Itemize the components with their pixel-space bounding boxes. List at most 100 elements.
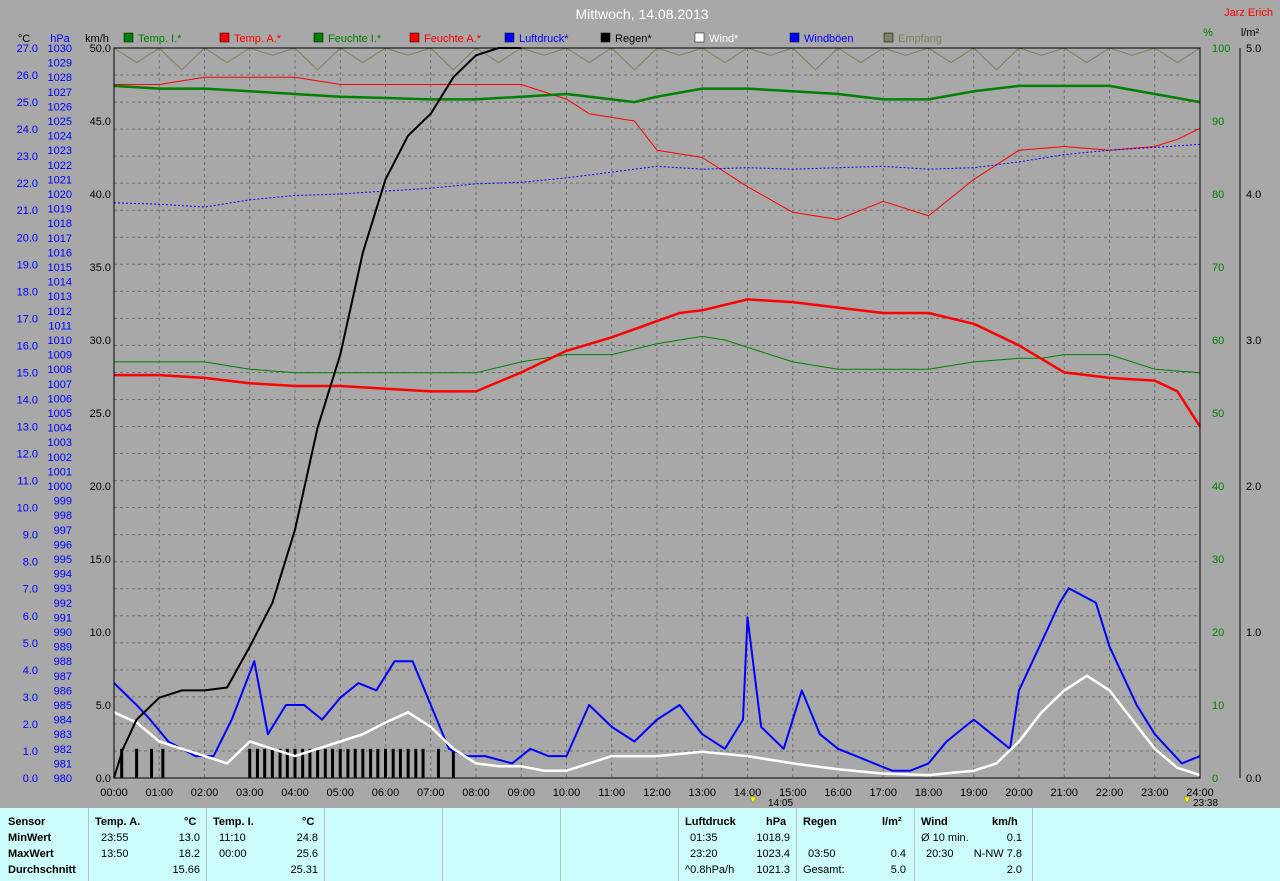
wind-avg10-label: Ø 10 min. <box>921 832 969 844</box>
temp-tick-label: 25.0 <box>17 97 38 109</box>
chart-title: Mittwoch, 14.08.2013 <box>575 6 708 22</box>
temp-a-min-val: 13.0 <box>178 832 200 844</box>
humidity-tick-label: 90 <box>1212 116 1224 128</box>
pressure-max-time: 23:20 <box>690 848 718 860</box>
pressure-tick-label: 1007 <box>48 379 72 391</box>
pressure-min-time: 01:35 <box>690 832 718 844</box>
pressure-max-val: 1023.4 <box>756 848 790 860</box>
temp-tick-label: 10.0 <box>17 503 38 515</box>
temp-tick-label: 15.0 <box>17 367 38 379</box>
humidity-tick-label: 20 <box>1212 627 1224 639</box>
pressure-tick-label: 1028 <box>48 72 72 84</box>
pressure-tick-label: 996 <box>54 539 72 551</box>
pressure-tick-label: 982 <box>54 744 72 756</box>
temp-i-min-val: 24.8 <box>296 832 318 844</box>
rain-total: 5.0 <box>890 864 906 876</box>
marker-right-icon <box>1183 796 1191 804</box>
legend: Temp. I.* Temp. A.* Feuchte I.* Feuchte A.*… <box>123 32 942 45</box>
pressure-tick-label: 995 <box>54 554 72 566</box>
temp-tick-label: 19.0 <box>17 259 38 271</box>
temp-tick-label: 16.0 <box>17 340 38 352</box>
temp-tick-label: 5.0 <box>23 638 38 650</box>
wind-tick-label: 5.0 <box>96 700 111 712</box>
pressure-tick-label: 1024 <box>48 131 72 143</box>
pressure-tick-label: 985 <box>54 700 72 712</box>
humidity-tick-label: 50 <box>1212 408 1224 420</box>
x-tick-label: 14:00 <box>734 787 762 799</box>
x-tick-label: 13:00 <box>688 787 716 799</box>
pressure-tick-label: 1017 <box>48 233 72 245</box>
legend-label: Feuchte I.* <box>328 33 382 45</box>
legend-swatch <box>313 32 324 43</box>
humidity-tick-label: 80 <box>1212 189 1224 201</box>
temp-i-max-val: 25.6 <box>296 848 318 860</box>
temp-tick-label: 23.0 <box>17 151 38 163</box>
x-tick-label: 07:00 <box>417 787 445 799</box>
wind-tick-label: 40.0 <box>90 189 111 201</box>
pressure-trend: ^0.8hPa/h <box>685 864 735 876</box>
pressure-tick-label: 1005 <box>48 408 72 420</box>
legend-swatch <box>883 32 894 43</box>
pressure-tick-label: 1014 <box>48 277 72 289</box>
x-tick-label: 12:00 <box>643 787 671 799</box>
wind-tick-label: 25.0 <box>90 408 111 420</box>
pressure-tick-label: 998 <box>54 510 72 522</box>
pressure-tick-label: 1001 <box>48 466 72 478</box>
wind-tick-label: 10.0 <box>90 627 111 639</box>
unit-pressure: hPa <box>50 33 70 45</box>
temp-tick-label: 21.0 <box>17 205 38 217</box>
unit-wind: km/h <box>85 33 109 45</box>
pressure-tick-label: 989 <box>54 642 72 654</box>
legend-label: Luftdruck* <box>519 33 569 45</box>
pressure-tick-label: 992 <box>54 598 72 610</box>
author-label: Jarz Erich <box>1224 7 1273 19</box>
legend-swatch <box>504 32 515 43</box>
x-tick-label: 08:00 <box>462 787 490 799</box>
row-label-min: MinWert <box>8 832 52 844</box>
legend-swatch <box>123 32 134 43</box>
x-tick-label: 05:00 <box>326 787 354 799</box>
pressure-tick-label: 1021 <box>48 174 72 186</box>
temp-tick-label: 0.0 <box>23 773 38 785</box>
wind-avg10-val: 0.1 <box>1006 832 1022 844</box>
temp-a-max-val: 18.2 <box>178 848 200 860</box>
temp-a-avg: 15.66 <box>172 864 200 876</box>
pressure-tick-label: 1013 <box>48 291 72 303</box>
x-tick-label: 03:00 <box>236 787 264 799</box>
wind-avg: 2.0 <box>1006 864 1022 876</box>
pressure-tick-label: 1026 <box>48 101 72 113</box>
rain-total-label: Gesamt: <box>803 864 845 876</box>
pressure-tick-label: 1016 <box>48 247 72 259</box>
humidity-tick-label: 40 <box>1212 481 1224 493</box>
pressure-tick-label: 1002 <box>48 452 72 464</box>
pressure-tick-label: 1000 <box>48 481 72 493</box>
pressure-avg: 1021.3 <box>756 864 790 876</box>
unit-rain: l/m² <box>1241 27 1260 39</box>
wind-tick-label: 30.0 <box>90 335 111 347</box>
pressure-tick-label: 1015 <box>48 262 72 274</box>
pressure-unit: hPa <box>766 816 787 828</box>
row-label-avg: Durchschnitt <box>8 864 76 876</box>
x-tick-label: 16:00 <box>824 787 852 799</box>
rain-tick-label: 2.0 <box>1246 481 1261 493</box>
legend-swatch <box>694 32 705 43</box>
temp-tick-label: 6.0 <box>23 611 38 623</box>
legend-label: Windböen <box>804 33 854 45</box>
x-tick-label: 00:00 <box>100 787 128 799</box>
temp-a-unit: °C <box>184 816 197 828</box>
legend-swatch <box>219 32 230 43</box>
pressure-tick-label: 1009 <box>48 350 72 362</box>
pressure-tick-label: 1029 <box>48 58 72 70</box>
pressure-tick-label: 1027 <box>48 87 72 99</box>
pressure-tick-label: 1011 <box>48 320 72 332</box>
pressure-tick-label: 993 <box>54 583 72 595</box>
x-tick-label: 09:00 <box>507 787 535 799</box>
pressure-tick-label: 988 <box>54 656 72 668</box>
legend-swatch <box>409 32 420 43</box>
humidity-tick-label: 30 <box>1212 554 1224 566</box>
pressure-tick-label: 997 <box>54 525 72 537</box>
legend-label: Wind* <box>709 33 739 45</box>
temp-tick-label: 7.0 <box>23 584 38 596</box>
wind-tick-label: 35.0 <box>90 262 111 274</box>
x-tick-label: 23:00 <box>1141 787 1169 799</box>
